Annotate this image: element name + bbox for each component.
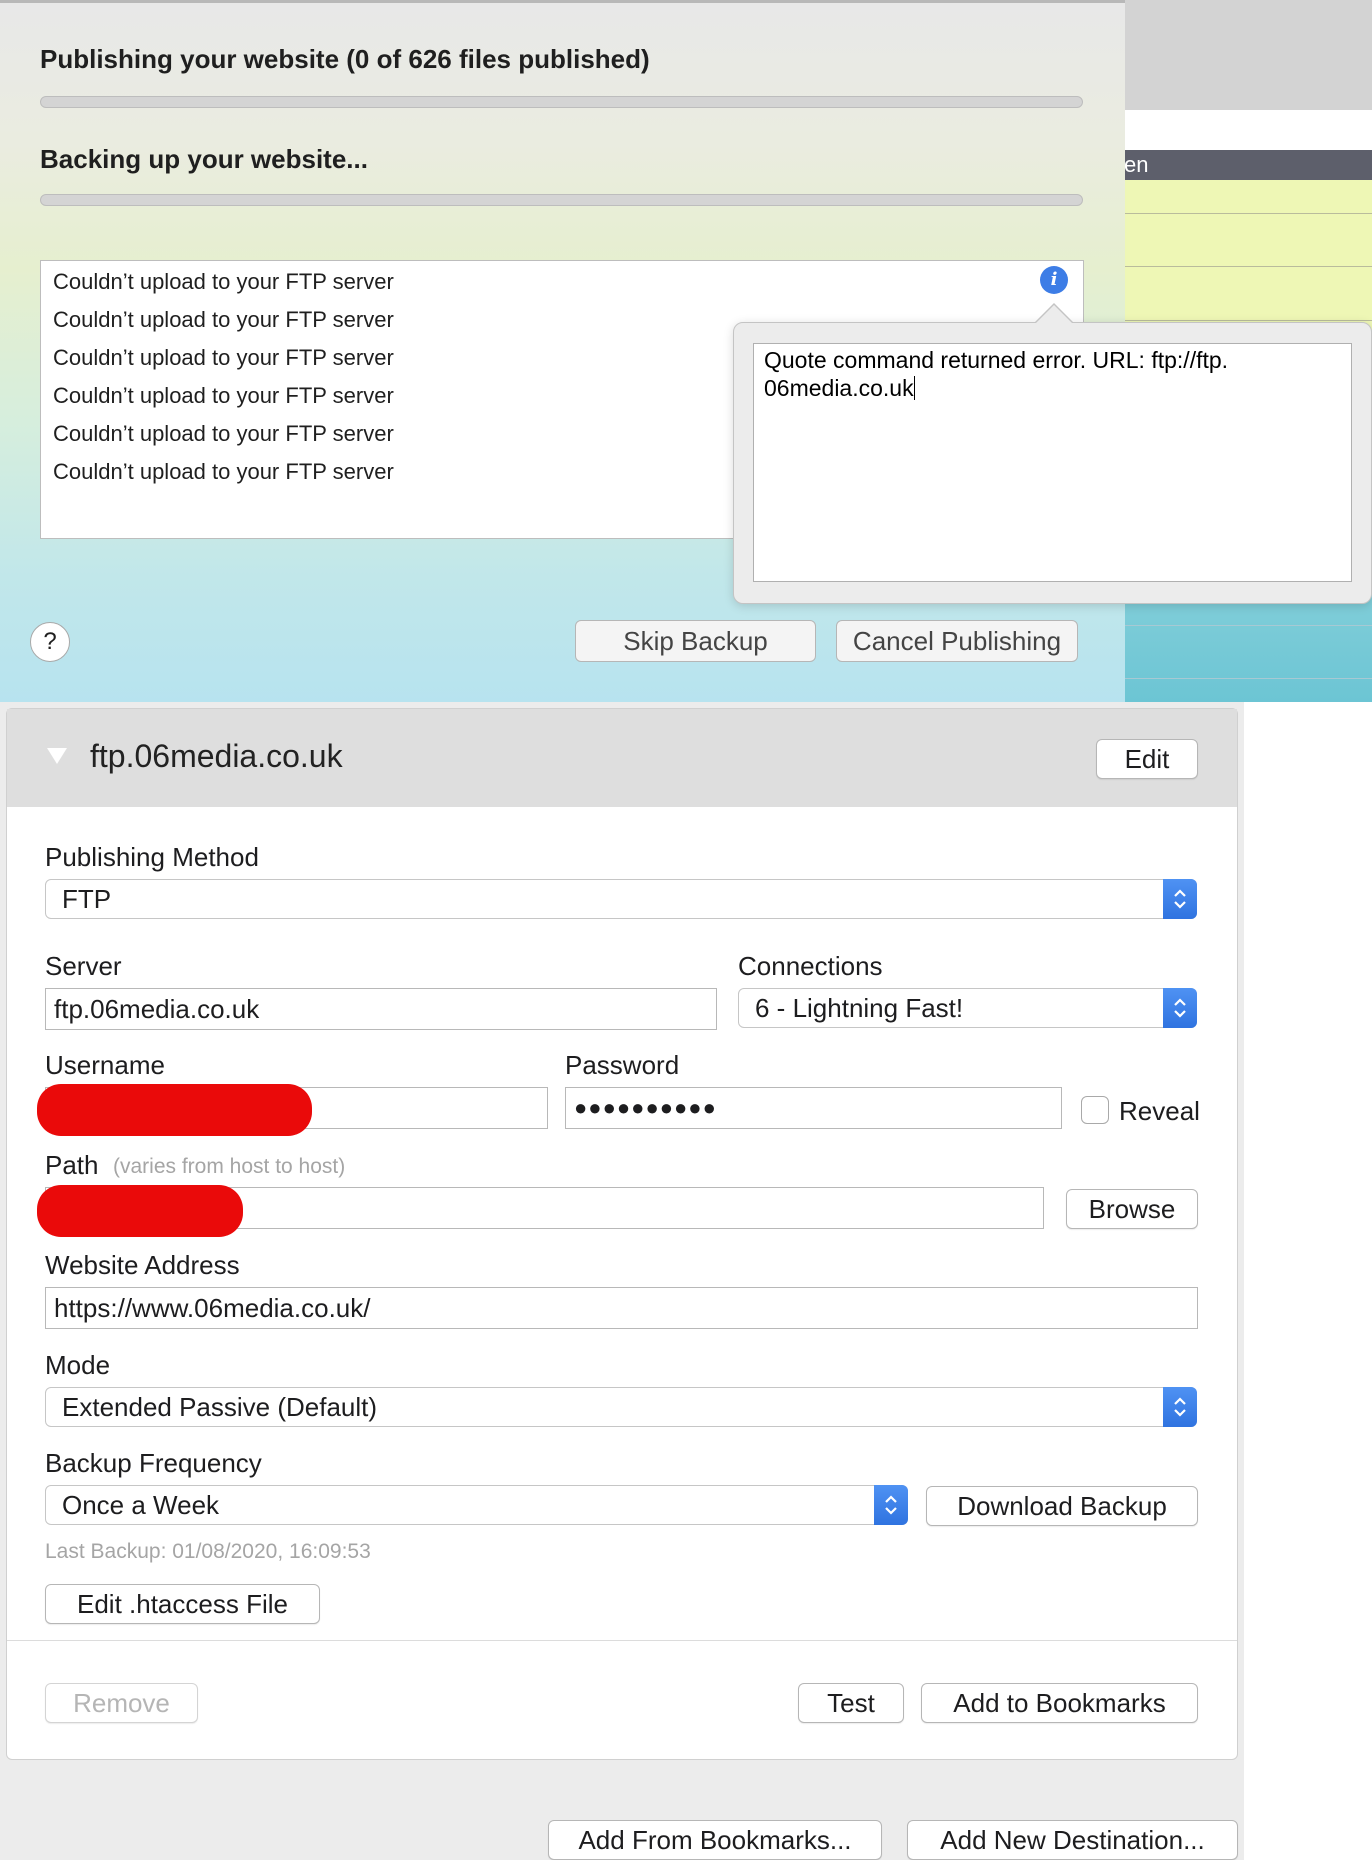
download-backup-button[interactable]: Download Backup bbox=[926, 1486, 1198, 1526]
publishing-progress-bar bbox=[40, 96, 1083, 108]
error-detail-line: 06media.co.uk bbox=[764, 375, 914, 401]
connections-select[interactable]: 6 - Lightning Fast! bbox=[738, 988, 1197, 1028]
connections-label: Connections bbox=[738, 951, 883, 981]
test-button[interactable]: Test bbox=[798, 1683, 904, 1723]
popover-arrow-fill bbox=[1036, 305, 1072, 323]
chevron-up-down-icon bbox=[1163, 988, 1197, 1028]
connections-value: 6 - Lightning Fast! bbox=[755, 993, 964, 1023]
log-entry: Couldn’t upload to your FTP server bbox=[53, 269, 394, 294]
background-window-header: en bbox=[1120, 150, 1372, 180]
server-field[interactable]: ftp.06media.co.uk bbox=[45, 988, 717, 1030]
publishing-method-value: FTP bbox=[62, 884, 112, 914]
chevron-up-down-icon bbox=[874, 1485, 908, 1525]
add-from-bookmarks-button[interactable]: Add From Bookmarks... bbox=[548, 1820, 882, 1860]
reveal-label: Reveal bbox=[1119, 1096, 1200, 1126]
chevron-up-down-icon bbox=[1163, 1387, 1197, 1427]
backup-progress-bar bbox=[40, 194, 1083, 206]
backup-frequency-select[interactable]: Once a Week bbox=[45, 1485, 908, 1525]
background-window-rows bbox=[1120, 180, 1372, 330]
mode-select[interactable]: Extended Passive (Default) bbox=[45, 1387, 1197, 1427]
backup-frequency-value: Once a Week bbox=[62, 1490, 220, 1520]
backup-frequency-label: Backup Frequency bbox=[45, 1448, 262, 1478]
edit-htaccess-button[interactable]: Edit .htaccess File bbox=[45, 1584, 320, 1624]
log-entry: Couldn’t upload to your FTP server bbox=[53, 459, 394, 484]
panel-divider bbox=[7, 1640, 1237, 1641]
error-detail-text[interactable]: Quote command returned error. URL: ftp:/… bbox=[753, 343, 1352, 582]
error-detail-line: Quote command returned error. URL: ftp:/… bbox=[764, 347, 1229, 373]
mode-label: Mode bbox=[45, 1350, 111, 1380]
password-label: Password bbox=[565, 1050, 680, 1080]
info-icon[interactable]: i bbox=[1040, 266, 1068, 294]
skip-backup-button[interactable]: Skip Backup bbox=[575, 620, 816, 662]
publishing-status-title: Publishing your website (0 of 626 files … bbox=[40, 44, 650, 74]
mode-value: Extended Passive (Default) bbox=[62, 1392, 378, 1422]
website-address-label: Website Address bbox=[45, 1250, 240, 1280]
path-redaction bbox=[37, 1185, 243, 1237]
password-field[interactable]: ●●●●●●●●●● bbox=[565, 1087, 1062, 1129]
backup-status-title: Backing up your website... bbox=[40, 144, 368, 174]
website-address-field[interactable]: https://www.06media.co.uk/ bbox=[45, 1287, 1198, 1329]
cancel-publishing-button[interactable]: Cancel Publishing bbox=[836, 620, 1078, 662]
publishing-method-label: Publishing Method bbox=[45, 842, 259, 872]
log-entry: Couldn’t upload to your FTP server bbox=[53, 345, 394, 370]
browse-button[interactable]: Browse bbox=[1066, 1189, 1198, 1229]
reveal-checkbox[interactable] bbox=[1081, 1096, 1109, 1124]
background-window-toolbar bbox=[1120, 0, 1372, 110]
error-detail-line-with-caret: 06media.co.uk bbox=[764, 374, 1341, 402]
path-label: Path bbox=[45, 1150, 99, 1180]
background-window-strip bbox=[1120, 110, 1372, 150]
disclosure-triangle-icon[interactable] bbox=[47, 748, 67, 764]
destination-title: ftp.06media.co.uk bbox=[90, 738, 343, 774]
username-redaction bbox=[37, 1084, 312, 1136]
publishing-method-select[interactable]: FTP bbox=[45, 879, 1197, 919]
log-entry: Couldn’t upload to your FTP server bbox=[53, 421, 394, 446]
help-button[interactable]: ? bbox=[30, 622, 70, 662]
server-label: Server bbox=[45, 951, 122, 981]
username-label: Username bbox=[45, 1050, 165, 1080]
last-backup-text: Last Backup: 01/08/2020, 16:09:53 bbox=[45, 1540, 371, 1563]
log-entry: Couldn’t upload to your FTP server bbox=[53, 383, 394, 408]
chevron-up-down-icon bbox=[1163, 879, 1197, 919]
add-to-bookmarks-button[interactable]: Add to Bookmarks bbox=[921, 1683, 1198, 1723]
text-caret bbox=[913, 376, 915, 400]
edit-button[interactable]: Edit bbox=[1096, 739, 1198, 779]
path-hint: (varies from host to host) bbox=[113, 1155, 346, 1178]
remove-button[interactable]: Remove bbox=[45, 1683, 198, 1723]
log-entry: Couldn’t upload to your FTP server bbox=[53, 307, 394, 332]
add-new-destination-button[interactable]: Add New Destination... bbox=[907, 1820, 1238, 1860]
